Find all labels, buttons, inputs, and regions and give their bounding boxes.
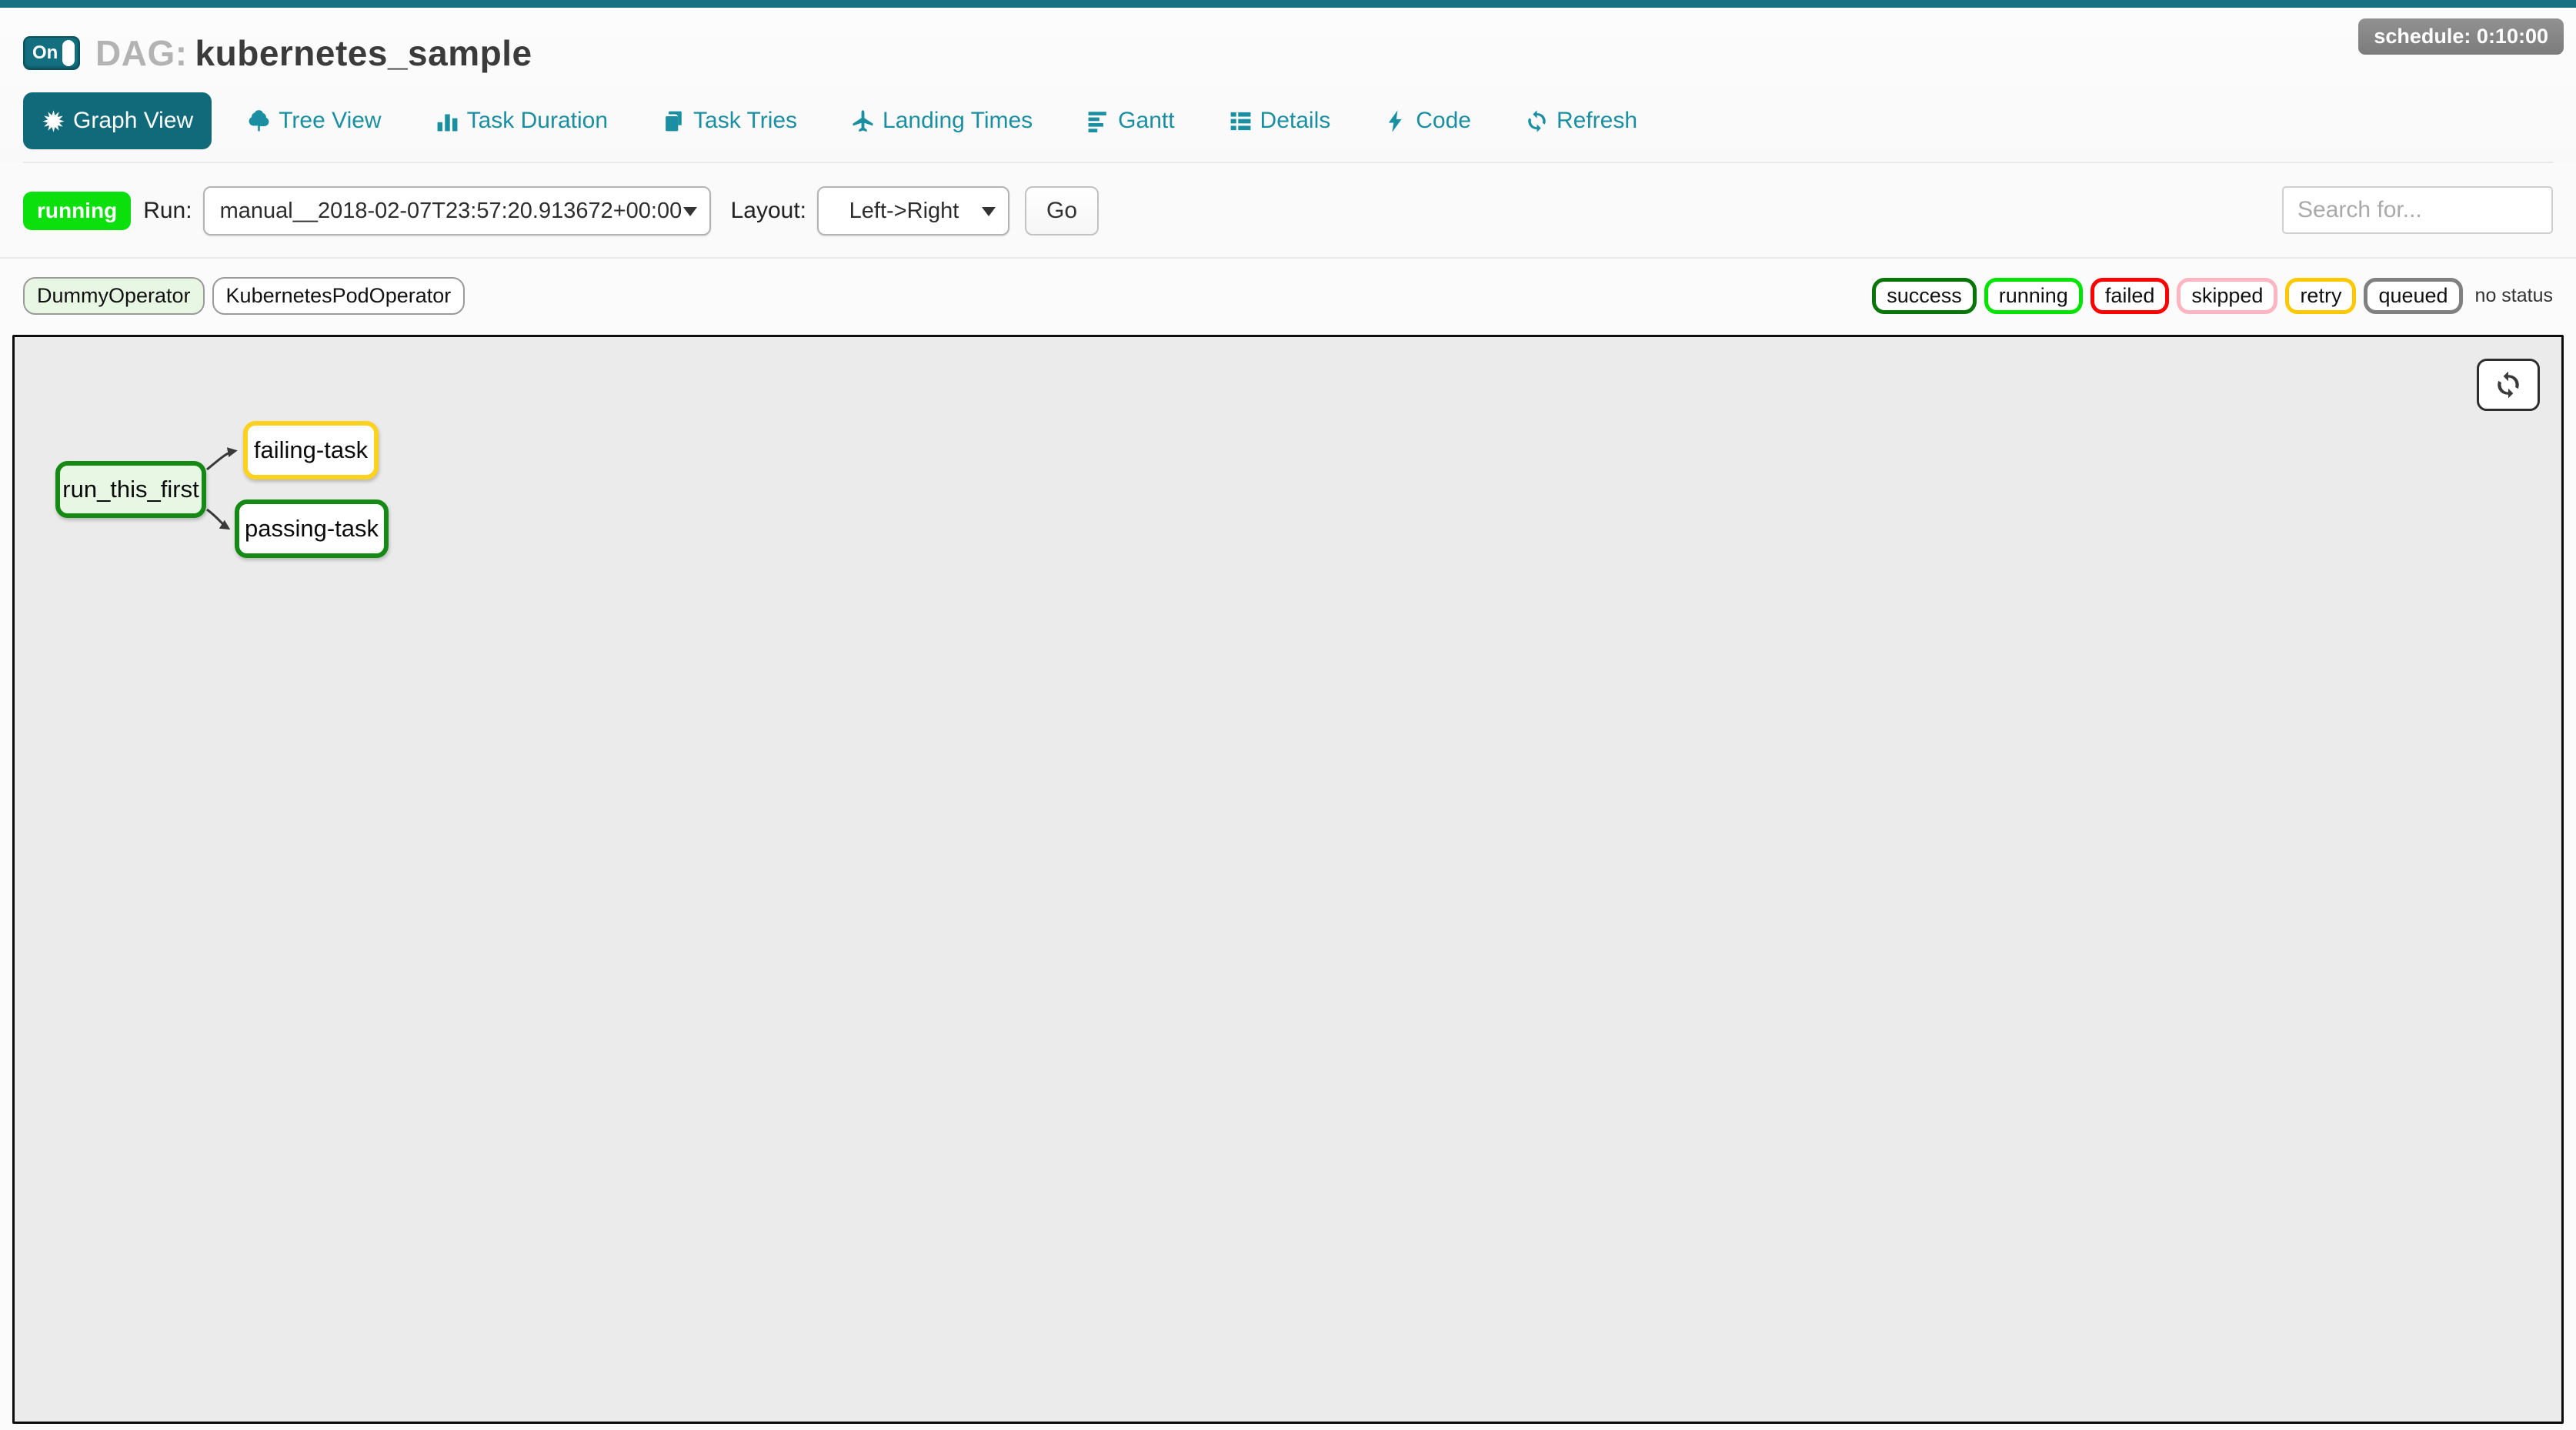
run-select-value: manual__2018-02-07T23:57:20.913672+00:00	[205, 199, 716, 224]
status-pill-retry: retry	[2285, 278, 2356, 314]
tab-label: Task Tries	[693, 108, 797, 134]
th-list-icon	[1229, 109, 1253, 133]
tree-icon	[247, 109, 271, 133]
run-select[interactable]: manual__2018-02-07T23:57:20.913672+00:00	[203, 186, 711, 236]
task-node-failing-task[interactable]: failing-task	[243, 421, 379, 479]
toggle-on-label: On	[32, 42, 58, 64]
task-node-run-this-first[interactable]: run_this_first	[55, 461, 206, 518]
tab-details[interactable]: Details	[1210, 92, 1350, 149]
tab-label: Task Duration	[467, 108, 608, 134]
dag-edges	[15, 337, 2564, 1424]
tab-label: Refresh	[1557, 108, 1637, 134]
page-title: DAG:kubernetes_sample	[95, 32, 532, 74]
operator-legend: DummyOperator KubernetesPodOperator	[23, 277, 472, 315]
status-pill-running: running	[1984, 278, 2083, 314]
chevron-down-icon	[683, 207, 697, 216]
status-pill-success: success	[1872, 278, 1977, 314]
operator-pill-kubernetespod: KubernetesPodOperator	[212, 277, 465, 315]
plane-icon	[851, 109, 875, 133]
operator-pill-dummy: DummyOperator	[23, 277, 205, 315]
tab-label: Details	[1260, 108, 1331, 134]
bar-chart-icon	[435, 109, 459, 133]
tab-label: Code	[1416, 108, 1471, 134]
go-button[interactable]: Go	[1025, 186, 1099, 236]
refresh-icon	[2494, 370, 2523, 399]
tab-label: Graph View	[73, 108, 193, 134]
graph-refresh-button[interactable]	[2477, 359, 2540, 411]
toggle-knob	[62, 40, 75, 66]
tab-code[interactable]: Code	[1366, 92, 1490, 149]
view-tabs: Graph View Tree View Task Duration Task …	[23, 92, 2553, 149]
tab-task-tries[interactable]: Task Tries	[643, 92, 816, 149]
layout-select-value: Left->Right	[819, 199, 1008, 224]
tab-gantt[interactable]: Gantt	[1068, 92, 1193, 149]
run-label: Run:	[143, 198, 192, 224]
legend-row: DummyOperator KubernetesPodOperator succ…	[0, 259, 2576, 329]
tab-label: Tree View	[279, 108, 381, 134]
copy-pages-icon	[662, 109, 686, 133]
status-legend: success running failed skipped retry que…	[1864, 278, 2553, 314]
status-pill-queued: queued	[2364, 278, 2462, 314]
top-accent-bar	[0, 0, 2576, 8]
tab-landing-times[interactable]: Landing Times	[833, 92, 1051, 149]
dag-graph-canvas[interactable]: run_this_first failing-task passing-task	[12, 335, 2564, 1424]
run-controls: running Run: manual__2018-02-07T23:57:20…	[0, 163, 2576, 257]
layout-label: Layout:	[731, 198, 806, 224]
tab-tree-view[interactable]: Tree View	[229, 92, 399, 149]
status-pill-failed: failed	[2090, 278, 2170, 314]
tab-graph-view[interactable]: Graph View	[23, 92, 212, 149]
refresh-icon	[1525, 109, 1549, 133]
sunburst-icon	[42, 109, 65, 133]
task-node-passing-task[interactable]: passing-task	[235, 499, 389, 558]
tab-task-duration[interactable]: Task Duration	[417, 92, 626, 149]
align-left-icon	[1086, 109, 1110, 133]
dag-on-off-toggle[interactable]: On	[23, 36, 80, 70]
dag-name: kubernetes_sample	[195, 33, 532, 73]
schedule-badge: schedule: 0:10:00	[2358, 18, 2564, 55]
title-row: On DAG:kubernetes_sample	[23, 29, 2553, 77]
header: On DAG:kubernetes_sample schedule: 0:10:…	[0, 8, 2576, 163]
bolt-icon	[1384, 109, 1408, 133]
layout-select[interactable]: Left->Right	[817, 186, 1009, 236]
tab-refresh[interactable]: Refresh	[1507, 92, 1656, 149]
chevron-down-icon	[982, 207, 996, 216]
tab-label: Gantt	[1118, 108, 1174, 134]
search-input[interactable]	[2282, 186, 2553, 234]
tab-label: Landing Times	[883, 108, 1033, 134]
dag-run-status-badge: running	[23, 192, 131, 230]
dag-prefix-label: DAG:	[95, 33, 188, 73]
status-label-no-status: no status	[2475, 285, 2553, 307]
status-pill-skipped: skipped	[2177, 278, 2277, 314]
